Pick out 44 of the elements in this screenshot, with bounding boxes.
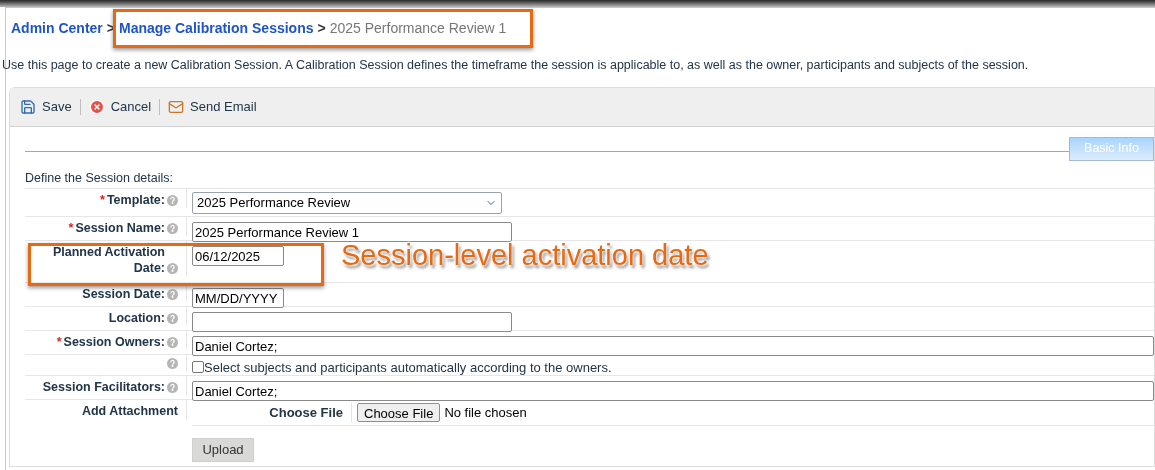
text-field[interactable]: 2025 Performance Review 1 [192, 222, 512, 242]
checkbox-label: Select subjects and participants automatically according to the owners. [204, 358, 612, 377]
help-icon[interactable] [167, 381, 178, 393]
required-marker: * [68, 219, 74, 236]
field-label: Choose File [192, 402, 352, 422]
save-icon [20, 98, 36, 115]
help-icon[interactable] [167, 336, 178, 348]
breadcrumb-link[interactable]: Manage Calibration Sessions [119, 18, 314, 39]
field-label: Add Attachment [81, 402, 178, 419]
toolbar-button[interactable]: Send Email [168, 97, 257, 117]
mail-icon [168, 98, 185, 115]
page-description: Use this page to create a new Calibration Session. A Calibration Session defines the timeframe the session is applicable to, as well as the owner, participants and subjects of the session. [2, 57, 1030, 74]
date-field[interactable]: MM/DD/YYYY [192, 288, 284, 308]
date-field[interactable]: 06/12/2025 [192, 246, 284, 266]
required-marker: * [100, 191, 105, 208]
text-field[interactable] [192, 312, 512, 332]
help-icon[interactable] [167, 312, 178, 324]
help-icon[interactable] [167, 288, 178, 300]
help-icon[interactable] [167, 357, 178, 369]
help-icon[interactable] [167, 262, 178, 274]
breadcrumb-current: 2025 Performance Review 1 [329, 19, 507, 38]
field-label: Session Facilitators: [42, 378, 165, 395]
field-label: Session Owners: [63, 333, 165, 350]
toolbar-button[interactable]: Save [20, 97, 72, 117]
field-label: Planned Activation Date: [51, 243, 165, 276]
field-label: Session Name: [75, 219, 165, 236]
help-icon[interactable] [167, 194, 178, 206]
field-label: Location: [108, 309, 165, 326]
file-status: No file chosen [444, 403, 527, 422]
field-label: Template: [106, 191, 165, 208]
text-field[interactable]: Daniel Cortez; [192, 381, 1154, 401]
section-title: Define the Session details: [25, 169, 174, 187]
cancel-icon [88, 98, 105, 115]
checkbox[interactable] [192, 361, 204, 374]
help-icon[interactable] [167, 222, 178, 234]
field-label: Session Date: [82, 285, 165, 302]
template-select[interactable]: 2025 Performance Review [192, 191, 502, 214]
required-marker: * [56, 333, 62, 350]
breadcrumb-link[interactable]: Admin Center [11, 18, 103, 39]
choose-file-button[interactable]: Choose File [357, 402, 441, 422]
breadcrumb-separator: > [317, 19, 326, 38]
text-field[interactable]: Daniel Cortez; [192, 336, 1154, 356]
toolbar-button[interactable]: Cancel [88, 97, 152, 117]
upload-button[interactable]: Upload [192, 438, 254, 462]
